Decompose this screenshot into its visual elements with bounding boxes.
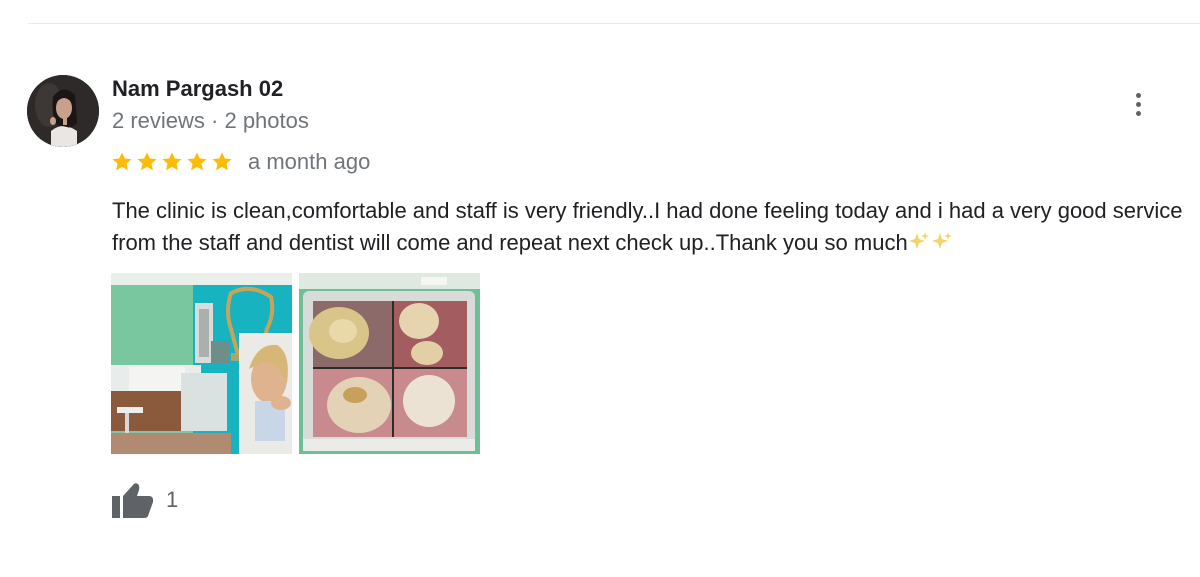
like-button[interactable] bbox=[111, 481, 155, 519]
clinic-reception-photo[interactable] bbox=[111, 273, 292, 454]
star-icon bbox=[162, 152, 182, 171]
author-avatar[interactable] bbox=[27, 75, 99, 147]
like-row: 1 bbox=[111, 481, 178, 519]
star-icon bbox=[137, 152, 157, 171]
more-vert-icon bbox=[1135, 92, 1141, 116]
star-rating bbox=[111, 151, 233, 173]
dental-xray-monitor-photo[interactable] bbox=[299, 273, 480, 454]
review-text: The clinic is clean,comfortable and staf… bbox=[112, 195, 1192, 260]
star-icon bbox=[187, 152, 207, 171]
review-body: The clinic is clean,comfortable and staf… bbox=[112, 198, 1183, 255]
author-meta[interactable]: 2 reviews · 2 photos bbox=[112, 108, 309, 134]
star-icon bbox=[112, 152, 132, 171]
star-icon bbox=[212, 152, 232, 171]
review-date: a month ago bbox=[248, 149, 371, 174]
author-name[interactable]: Nam Pargash 02 bbox=[112, 76, 283, 102]
review-photos bbox=[111, 273, 480, 454]
more-options-button[interactable] bbox=[1124, 88, 1152, 120]
sparkles-icon bbox=[908, 228, 952, 260]
like-count: 1 bbox=[166, 487, 179, 512]
rating-row: a month ago bbox=[111, 148, 370, 176]
thumb-up-icon bbox=[112, 483, 153, 518]
top-divider bbox=[28, 23, 1200, 24]
